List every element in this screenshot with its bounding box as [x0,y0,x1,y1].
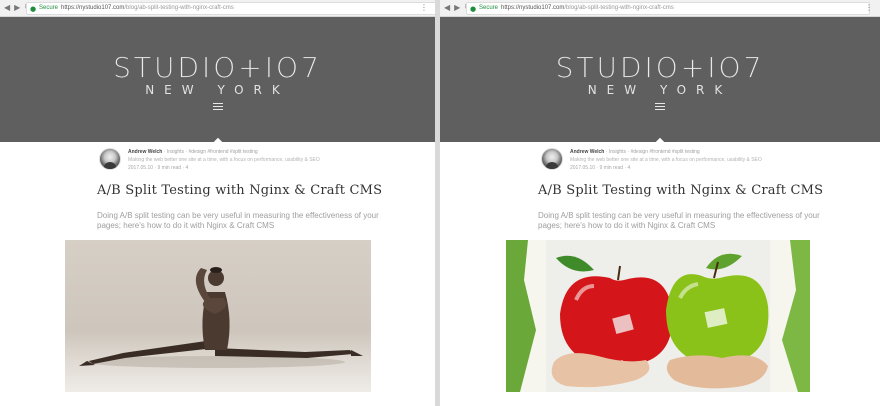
address-bar: ◀▶↻ ● Securehttps://nystudio107.com/blog… [0,0,435,17]
avatar[interactable] [541,148,563,170]
post-hero-image [65,240,371,392]
post-subtitle: Doing A/B split testing can be very usef… [97,211,379,230]
url-host: https://nystudio107.com [501,5,565,11]
site-header: STUDIO+IO7 NEW YORK [0,17,435,147]
url-field[interactable]: ● Secure https://nystudio107.com/blog/ab-… [466,2,870,15]
post-title: A/B Split Testing with Nginx & Craft CMS [97,183,383,198]
header-notch [655,137,665,147]
site-logo-city: NEW YORK [587,83,733,97]
post-meta: Andrew Welch · Insights · #design #front… [541,148,861,176]
back-icon[interactable]: ◀ [4,3,14,12]
meta-lines: Andrew Welch · Insights · #design #front… [128,148,435,172]
header-notch [213,137,222,147]
browser-pane-right: ◀▶↻ ● Securehttps://nystudio107.com/blog… [440,0,880,406]
site-logo[interactable]: STUDIO+IO7 [440,52,880,83]
site-logo[interactable]: STUDIO+IO7 [0,52,435,83]
hamburger-menu-icon[interactable] [655,103,665,112]
author-link[interactable]: Andrew Welch [570,149,604,155]
secure-label: Secure [479,5,499,11]
forward-icon[interactable]: ▶ [454,3,464,12]
site-logo-city: NEW YORK [145,83,290,97]
meta-lines: Andrew Welch · Insights · #design #front… [570,148,880,172]
post-date: 2017.05.10 · 9 min read · 4 [570,165,631,171]
avatar[interactable] [99,148,121,170]
dancer-illustration [79,267,363,368]
url-field[interactable]: ● Secure https://nystudio107.com/blog/ab-… [26,2,435,15]
post-title: A/B Split Testing with Nginx & Craft CMS [538,183,824,198]
author-link[interactable]: Andrew Welch [128,149,162,155]
lock-icon: ● [470,5,477,13]
lock-icon: ● [30,5,37,13]
forward-icon[interactable]: ▶ [14,3,24,12]
site-header: STUDIO+IO7 NEW YORK [440,17,880,147]
post-topics[interactable]: · Insights · #design #frontend #split te… [604,149,700,155]
post-date: 2017.05.10 · 9 min read · 4 [128,165,189,171]
author-tagline: Making the web better one site at a time… [570,157,762,163]
back-icon[interactable]: ◀ [444,3,454,12]
address-bar: ◀▶↻ ● Securehttps://nystudio107.com/blog… [440,0,880,17]
url-path: /blog/ab-split-testing-with-nginx-craft-… [124,5,234,11]
browser-menu-icon[interactable]: ⋮ [420,3,430,12]
hamburger-menu-icon[interactable] [212,103,223,112]
url-host: https://nystudio107.com [61,5,125,11]
browser-menu-icon[interactable]: ⋮ [865,3,875,12]
post-topics[interactable]: · Insights · #design #frontend #split te… [162,149,258,155]
secure-label: Secure [39,5,59,11]
post-hero-image [506,240,810,392]
browser-pane-left: ◀▶↻ ● Securehttps://nystudio107.com/blog… [0,0,435,406]
author-tagline: Making the web better one site at a time… [128,157,320,163]
post-meta: Andrew Welch · Insights · #design #front… [99,148,419,176]
url-path: /blog/ab-split-testing-with-nginx-craft-… [564,5,674,11]
post-subtitle: Doing A/B split testing can be very usef… [538,211,820,230]
apples-illustration [506,240,810,392]
